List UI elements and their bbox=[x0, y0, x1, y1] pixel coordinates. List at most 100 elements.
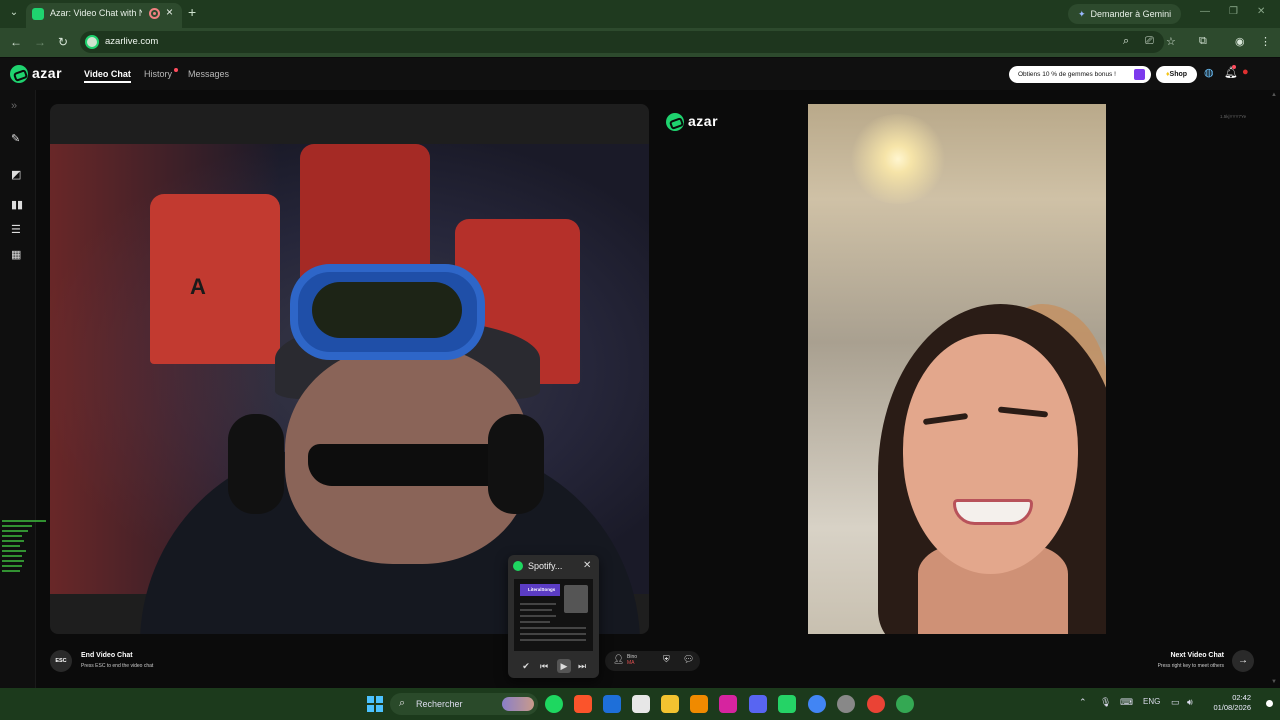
windows-start-icon[interactable] bbox=[367, 696, 383, 712]
microphone-icon[interactable]: 🎙︎ bbox=[1100, 697, 1111, 708]
track-row bbox=[520, 621, 550, 623]
azar-watermark-icon bbox=[666, 113, 684, 131]
end-video-chat-title[interactable]: End Video Chat bbox=[81, 652, 133, 659]
spotify-play-icon[interactable]: ▶ bbox=[557, 659, 571, 673]
store-taskbar-icon[interactable] bbox=[632, 695, 650, 713]
minimize-icon[interactable]: — bbox=[1200, 6, 1210, 17]
site-info-icon[interactable] bbox=[85, 35, 99, 49]
layout-grid-icon[interactable]: ▦ bbox=[11, 248, 21, 261]
security-taskbar-icon[interactable] bbox=[603, 695, 621, 713]
search-icon: ⌕ bbox=[399, 697, 406, 709]
spotify-window-thumbnail[interactable]: LiteralSongs bbox=[514, 579, 593, 651]
track-row bbox=[520, 615, 556, 617]
url-field[interactable]: azarlive.com bbox=[80, 31, 1164, 53]
close-preview-icon[interactable]: ✕ bbox=[583, 560, 591, 571]
shop-button[interactable]: ♦Shop bbox=[1156, 66, 1197, 83]
forward-icon[interactable]: → bbox=[34, 35, 46, 49]
track-row bbox=[520, 633, 586, 635]
reload-icon[interactable]: ↻ bbox=[58, 35, 68, 49]
smile bbox=[953, 499, 1033, 525]
magic-wand-icon[interactable]: ✎ bbox=[11, 132, 20, 145]
gemini-button[interactable]: ✦ Demander à Gemini bbox=[1068, 4, 1182, 24]
file-explorer-taskbar-icon[interactable] bbox=[661, 695, 679, 713]
zoom-icon[interactable]: ⌕ bbox=[1123, 35, 1129, 48]
extensions-icon[interactable]: ⧉ bbox=[1199, 35, 1207, 48]
profile-avatar-icon[interactable]: ◉ bbox=[1235, 35, 1245, 48]
chrome-profile-2-taskbar-icon[interactable] bbox=[837, 695, 855, 713]
search-highlight-icon bbox=[502, 697, 534, 711]
cast-icon[interactable]: ⎚ bbox=[1145, 35, 1154, 48]
tab-history[interactable]: History bbox=[144, 69, 172, 79]
chrome-profile-4-taskbar-icon[interactable] bbox=[896, 695, 914, 713]
language-indicator[interactable]: ENG bbox=[1143, 697, 1160, 706]
chat-bubble-icon[interactable]: 💬︎ bbox=[683, 654, 694, 665]
gem-promo-button[interactable]: Obtiens 10 % de gemmes bonus ! bbox=[1009, 66, 1151, 83]
recording-icon bbox=[149, 8, 160, 19]
spotify-previous-icon[interactable]: ⏮ bbox=[537, 659, 551, 673]
chrome-profile-3-taskbar-icon[interactable] bbox=[867, 695, 885, 713]
face bbox=[903, 334, 1078, 574]
url-text: azarlive.com bbox=[105, 36, 159, 47]
user-avatar[interactable]: ● bbox=[1242, 66, 1249, 78]
watermark-text: azar bbox=[688, 113, 719, 129]
new-tab-icon[interactable]: + bbox=[188, 4, 196, 20]
track-row bbox=[520, 603, 556, 605]
system-clock[interactable]: 02:42 01/08/2026 bbox=[1205, 693, 1251, 713]
spotify-taskbar-icon[interactable] bbox=[545, 695, 563, 713]
next-arrow-button[interactable]: → bbox=[1232, 650, 1254, 672]
gems-icon[interactable]: ◍ bbox=[1204, 66, 1214, 79]
volume-icon[interactable]: 🔊︎ bbox=[1187, 697, 1193, 708]
browser-menu-icon[interactable]: ⋮ bbox=[1260, 35, 1271, 48]
gift-icon bbox=[1134, 69, 1145, 80]
end-video-chat-hint: Press ESC to end the video chat bbox=[81, 663, 154, 669]
layout-stacked-icon[interactable]: ☰ bbox=[11, 223, 21, 236]
back-icon[interactable]: ← bbox=[10, 35, 22, 49]
browser-tab-bar: ⌄ Azar: Video Chat with New × + ✦ Demande… bbox=[0, 0, 1280, 28]
spotify-next-icon[interactable]: ⏭ bbox=[575, 659, 589, 673]
restore-icon[interactable]: ❐ bbox=[1229, 6, 1238, 17]
search-placeholder: Rechercher bbox=[416, 699, 463, 709]
discord-taskbar-icon[interactable] bbox=[749, 695, 767, 713]
tab-search-icon[interactable]: ⌄ bbox=[6, 5, 22, 21]
next-video-chat-title[interactable]: Next Video Chat bbox=[1170, 652, 1224, 659]
notification-center-icon[interactable] bbox=[1266, 700, 1273, 707]
whatsapp-taskbar-icon[interactable] bbox=[778, 695, 796, 713]
tab-video-chat[interactable]: Video Chat bbox=[84, 69, 131, 83]
track-row bbox=[520, 609, 552, 611]
partner-profile-icon[interactable]: 👤︎ bbox=[613, 654, 624, 665]
bookmark-star-icon[interactable]: ☆ bbox=[1166, 35, 1176, 48]
tab-messages[interactable]: Messages bbox=[188, 69, 229, 79]
esc-key-badge[interactable]: ESC bbox=[50, 650, 72, 672]
keyboard-icon[interactable]: ⌨ bbox=[1120, 697, 1133, 708]
arrow-right-icon: → bbox=[1238, 655, 1248, 666]
chrome-taskbar-icon[interactable] bbox=[808, 695, 826, 713]
history-notification-dot bbox=[174, 68, 178, 72]
show-hidden-icons[interactable]: ⌃ bbox=[1079, 697, 1087, 708]
headphone-left bbox=[228, 414, 284, 514]
close-window-icon[interactable]: ✕ bbox=[1257, 6, 1265, 17]
jersey-left: A bbox=[150, 194, 280, 364]
filter-icon[interactable]: ◩ bbox=[11, 168, 21, 181]
layout-side-by-side-icon[interactable]: ▮▮ bbox=[11, 198, 23, 211]
remote-user-id: 1.5kjYYY7Ye bbox=[1220, 114, 1247, 119]
notifications-bell-icon[interactable]: 🔔︎ bbox=[1224, 66, 1238, 79]
report-shield-icon[interactable]: ⛨ bbox=[663, 654, 670, 665]
brave-taskbar-icon[interactable] bbox=[574, 695, 592, 713]
network-icon[interactable]: ▭ bbox=[1171, 697, 1180, 708]
instagram-taskbar-icon[interactable] bbox=[719, 695, 737, 713]
remote-video-feed bbox=[808, 104, 1106, 634]
azar-logo-icon bbox=[10, 65, 28, 83]
ski-goggles bbox=[290, 264, 485, 360]
expand-icon[interactable]: » bbox=[11, 100, 17, 112]
headphone-right bbox=[488, 414, 544, 514]
goggle-lens bbox=[312, 282, 462, 338]
album-art bbox=[564, 585, 588, 613]
close-tab-icon[interactable]: × bbox=[166, 5, 173, 19]
scroll-down-icon[interactable]: ▼ bbox=[1271, 679, 1277, 685]
browser-tab[interactable]: Azar: Video Chat with New × bbox=[26, 3, 182, 28]
taskbar-search[interactable]: ⌕ Rechercher bbox=[390, 693, 538, 715]
scroll-up-icon[interactable]: ▲ bbox=[1271, 92, 1277, 98]
spotify-like-icon[interactable]: ✔ bbox=[519, 659, 533, 673]
jersey-print: A bbox=[190, 274, 206, 299]
vlc-taskbar-icon[interactable] bbox=[690, 695, 708, 713]
